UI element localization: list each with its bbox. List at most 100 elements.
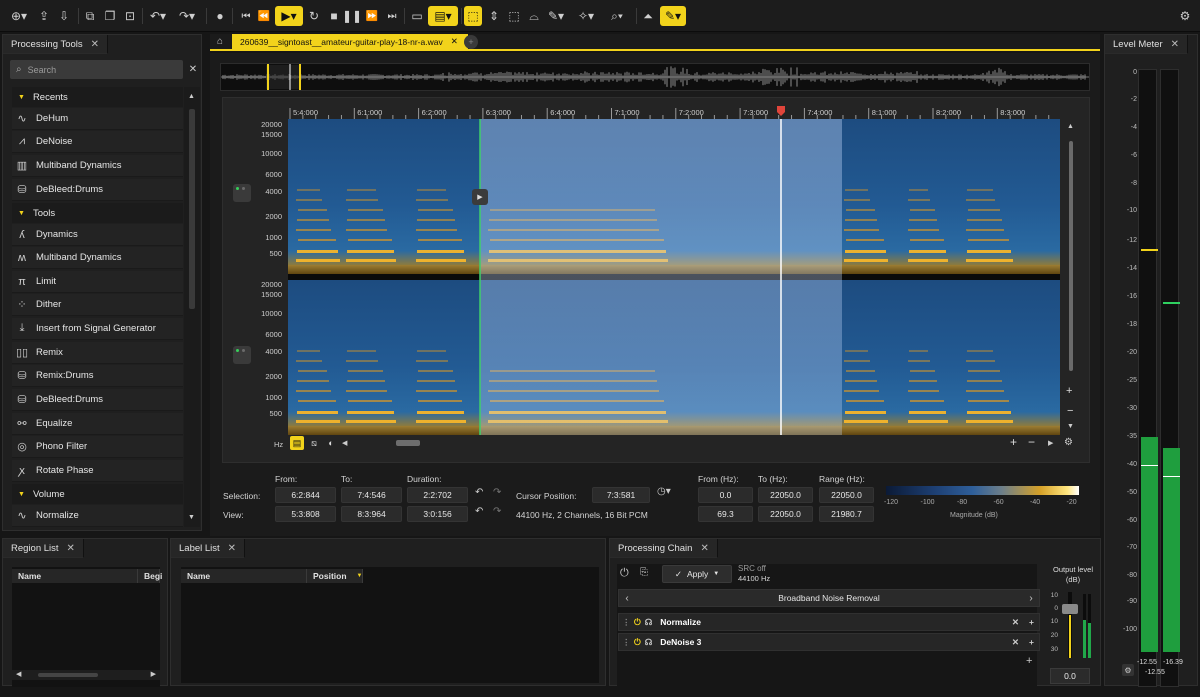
view-range-hz-field[interactable]: 21980.7 [819,506,874,522]
tab-label-list[interactable]: Label List ✕ [171,539,246,558]
tab-level-meter[interactable]: Level Meter ✕ [1105,35,1189,54]
lasso-icon[interactable]: ⌓ [526,6,542,26]
view-from-hz-field[interactable]: 69.3 [698,506,753,522]
zoom-icon[interactable]: ⌕▾ [604,6,630,26]
record-icon[interactable]: ● [212,6,228,26]
paste-icon[interactable]: ❐ [102,6,118,26]
close-icon[interactable]: ✕ [1171,39,1179,50]
selection-to-field[interactable]: 7:4:546 [341,487,402,503]
preset-selector[interactable]: ‹ Broadband Noise Removal › [618,589,1040,607]
tool-item-phono-filter[interactable]: ◎ Phono Filter [12,436,183,458]
expand-handle-icon[interactable]: ▶ [472,189,488,205]
tool-item-multiband-dynamics[interactable]: ▥ Multiband Dynamics [12,155,183,177]
view-toggle-icon[interactable]: ▭ [408,6,426,26]
remove-icon[interactable]: ✕ [1012,617,1019,628]
output-fader-knob[interactable] [1062,604,1078,614]
tab-processing-tools[interactable]: Processing Tools ✕ [3,35,109,54]
freq-select-icon[interactable]: ⇕ [486,6,502,26]
zoom-out-icon[interactable]: − [1028,435,1042,449]
tool-item-equalize[interactable]: ⚯ Equalize [12,413,183,435]
column-header-name[interactable]: Name [181,569,307,583]
spectrogram-vscroll[interactable]: ▲ + − ▼ [1064,121,1078,433]
stop-icon[interactable]: ■ [326,6,342,26]
fast-forward-icon[interactable]: ⏩ [364,6,380,26]
contrast-icon[interactable]: ◐ [324,436,338,450]
clipboard-icon[interactable]: ⎘ [640,567,648,578]
tool-item-denoise[interactable]: ⩘ DeNoise [12,131,183,153]
export-icon[interactable]: ⇪ [36,6,52,26]
section-recents[interactable]: ▼ Recents [12,87,183,107]
redo-view-icon[interactable]: ↷ [493,506,501,517]
import-icon[interactable]: ⇩ [56,6,72,26]
trim-icon[interactable]: ⊡ [122,6,138,26]
undo-selection-icon[interactable]: ↶ [475,487,483,498]
add-module-icon[interactable]: + [1026,655,1032,667]
add-icon[interactable]: + [1029,617,1034,627]
horizontal-scrollbar[interactable] [358,439,998,447]
time-freq-select-icon[interactable]: ⬚ [506,6,522,26]
tool-item-debleed-drums[interactable]: ⛁ DeBleed:Drums [12,179,183,201]
tab-processing-chain[interactable]: Processing Chain ✕ [610,539,718,558]
preset-prev-icon[interactable]: ‹ [619,593,635,604]
zoom-out-vertical-icon[interactable]: − [1067,405,1073,417]
apply-button[interactable]: ✓ Apply ▼ [662,565,732,583]
add-icon[interactable]: + [1029,637,1034,647]
undo-icon[interactable]: ↶▾ [146,6,170,26]
clear-search-icon[interactable]: ✕ [185,60,201,79]
play-icon[interactable]: ▶▾ [275,6,303,26]
time-format-icon[interactable]: ◷▾ [657,486,684,502]
tool-item-remix-drums[interactable]: ⛁ Remix:Drums [12,365,183,387]
undo-view-icon[interactable]: ↶ [475,506,483,517]
selection-range-hz-field[interactable]: 22050.0 [819,487,874,503]
close-icon[interactable]: ✕ [228,543,236,554]
remove-icon[interactable]: ✕ [1012,637,1019,648]
spectrogram-settings-icon[interactable]: ⚙ [1064,435,1078,449]
headphones-icon[interactable]: ☊ [645,637,653,648]
display-icon[interactable]: ▤▾ [428,6,458,26]
tool-item-dither[interactable]: ⁘ Dither [12,294,183,316]
tool-item-normalize[interactable]: ∿ Normalize [12,505,183,527]
pause-icon[interactable]: ❚❚ [342,6,362,26]
scroll-right-icon[interactable]: ▶ [1048,436,1058,450]
waveform-view-icon[interactable]: ⧅ [307,436,321,450]
skip-start-icon[interactable]: ⏮ [238,6,254,26]
meter-settings-icon[interactable]: ⚙ [1122,664,1134,676]
close-icon[interactable]: ✕ [451,36,458,47]
close-icon[interactable]: ✕ [700,543,708,554]
settings-icon[interactable]: ⚙ [1176,6,1194,26]
column-header-name[interactable]: Name [12,569,138,583]
zoom-in-vertical-icon[interactable]: + [1066,385,1072,397]
selection-to-hz-field[interactable]: 22050.0 [758,487,813,503]
power-icon[interactable]: ⏻ [634,637,641,648]
tool-item-limit[interactable]: π Limit [12,271,183,293]
brush-icon[interactable]: ✎▾ [544,6,568,26]
time-select-icon[interactable]: ⬚ [464,6,482,26]
close-icon[interactable]: ✕ [91,39,99,50]
selection-from-hz-field[interactable]: 0.0 [698,487,753,503]
scroll-left-icon[interactable]: ◀ [342,436,352,450]
headphones-icon[interactable]: ☊ [645,617,653,628]
tool-item-signal-generator[interactable]: ⤓ Insert from Signal Generator [12,318,183,340]
section-tools[interactable]: ▼ Tools [12,203,183,223]
selection-duration-field[interactable]: 2:2:702 [407,487,468,503]
gain-icon[interactable]: ⏶ [640,6,656,26]
view-duration-field[interactable]: 3:0:156 [407,506,468,522]
redo-icon[interactable]: ↷▾ [175,6,199,26]
close-icon[interactable]: ✕ [67,543,75,554]
selection-from-field[interactable]: 6:2:844 [275,487,336,503]
chain-module-normalize[interactable]: ⋮ ⏻ ☊ Normalize ✕ + [618,613,1040,631]
power-icon[interactable]: ⏻ [620,567,629,580]
redo-selection-icon[interactable]: ↷ [493,487,501,498]
chain-module-denoise[interactable]: ⋮ ⏻ ☊ DeNoise 3 ✕ + [618,633,1040,651]
drag-handle-icon[interactable]: ⋮ [622,637,631,648]
column-header-begin[interactable]: Begi [138,569,162,583]
tool-item-dehum[interactable]: ∿ DeHum [12,108,183,130]
new-tab-icon[interactable]: + [464,35,478,49]
pencil-icon[interactable]: ✎▾ [660,6,686,26]
home-icon[interactable]: ⌂ [210,34,230,49]
rewind-icon[interactable]: ⏪ [256,6,272,26]
view-from-field[interactable]: 5:3:808 [275,506,336,522]
tool-item-dynamics[interactable]: ʎ Dynamics [12,224,183,246]
region-hscroll[interactable]: ◀ ▶ [12,670,160,680]
tool-item-debleed-drums-2[interactable]: ⛁ DeBleed:Drums [12,389,183,411]
